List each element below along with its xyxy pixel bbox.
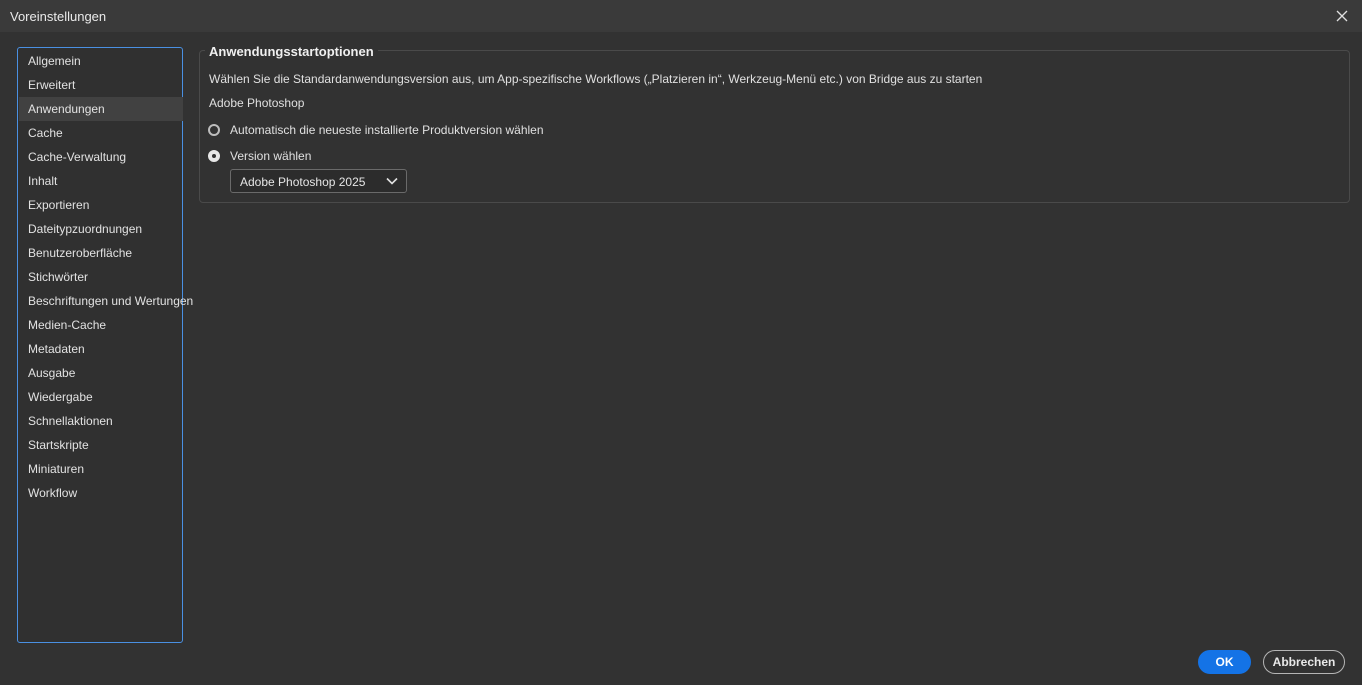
sidebar-item-cache-verwaltung[interactable]: Cache-Verwaltung bbox=[19, 145, 183, 169]
radio-button[interactable] bbox=[208, 150, 220, 162]
title-bar: Voreinstellungen bbox=[0, 0, 1362, 32]
chevron-down-icon bbox=[386, 177, 398, 185]
sidebar-item-ausgabe[interactable]: Ausgabe bbox=[19, 361, 183, 385]
sidebar-item-medien-cache[interactable]: Medien-Cache bbox=[19, 313, 183, 337]
app-label: Adobe Photoshop bbox=[209, 96, 305, 110]
close-button[interactable] bbox=[1332, 6, 1352, 26]
ok-button[interactable]: OK bbox=[1198, 650, 1251, 674]
version-select[interactable]: Adobe Photoshop 2025 bbox=[230, 169, 407, 193]
sidebar-item-exportieren[interactable]: Exportieren bbox=[19, 193, 183, 217]
radio-label: Automatisch die neueste installierte Pro… bbox=[230, 123, 544, 137]
window-title: Voreinstellungen bbox=[10, 9, 107, 24]
preferences-sidebar: Allgemein Erweitert Anwendungen Cache Cache-… bbox=[17, 47, 193, 643]
radio-label: Version wählen bbox=[230, 149, 312, 163]
sidebar-item-wiedergabe[interactable]: Wiedergabe bbox=[19, 385, 183, 409]
sidebar-item-allgemein[interactable]: Allgemein bbox=[19, 49, 183, 73]
version-select-value: Adobe Photoshop 2025 bbox=[240, 175, 366, 189]
sidebar-item-cache[interactable]: Cache bbox=[19, 121, 183, 145]
sidebar-item-benutzeroberfläche[interactable]: Benutzeroberfläche bbox=[19, 241, 183, 265]
cancel-button[interactable]: Abbrechen bbox=[1263, 650, 1345, 674]
sidebar-item-schnellaktionen[interactable]: Schnellaktionen bbox=[19, 409, 183, 433]
sidebar-item-metadaten[interactable]: Metadaten bbox=[19, 337, 183, 361]
sidebar-item-erweitert[interactable]: Erweitert bbox=[19, 73, 183, 97]
sidebar-item-beschriftungen-und-wertungen[interactable]: Beschriftungen und Wertungen bbox=[19, 289, 193, 313]
sidebar-item-workflow[interactable]: Workflow bbox=[19, 481, 183, 505]
sidebar-item-inhalt[interactable]: Inhalt bbox=[19, 169, 183, 193]
section-title: Anwendungsstartoptionen bbox=[205, 44, 378, 59]
sidebar-item-startskripte[interactable]: Startskripte bbox=[19, 433, 183, 457]
radio-button[interactable] bbox=[208, 124, 220, 136]
sidebar-item-anwendungen[interactable]: Anwendungen bbox=[19, 97, 183, 121]
sidebar-item-miniaturen[interactable]: Miniaturen bbox=[19, 457, 183, 481]
sidebar-item-dateitypzuordnungen[interactable]: Dateitypzuordnungen bbox=[19, 217, 183, 241]
close-icon bbox=[1336, 10, 1348, 22]
sidebar-item-stichwörter[interactable]: Stichwörter bbox=[19, 265, 183, 289]
section-description: Wählen Sie die Standardanwendungsversion… bbox=[209, 72, 983, 86]
